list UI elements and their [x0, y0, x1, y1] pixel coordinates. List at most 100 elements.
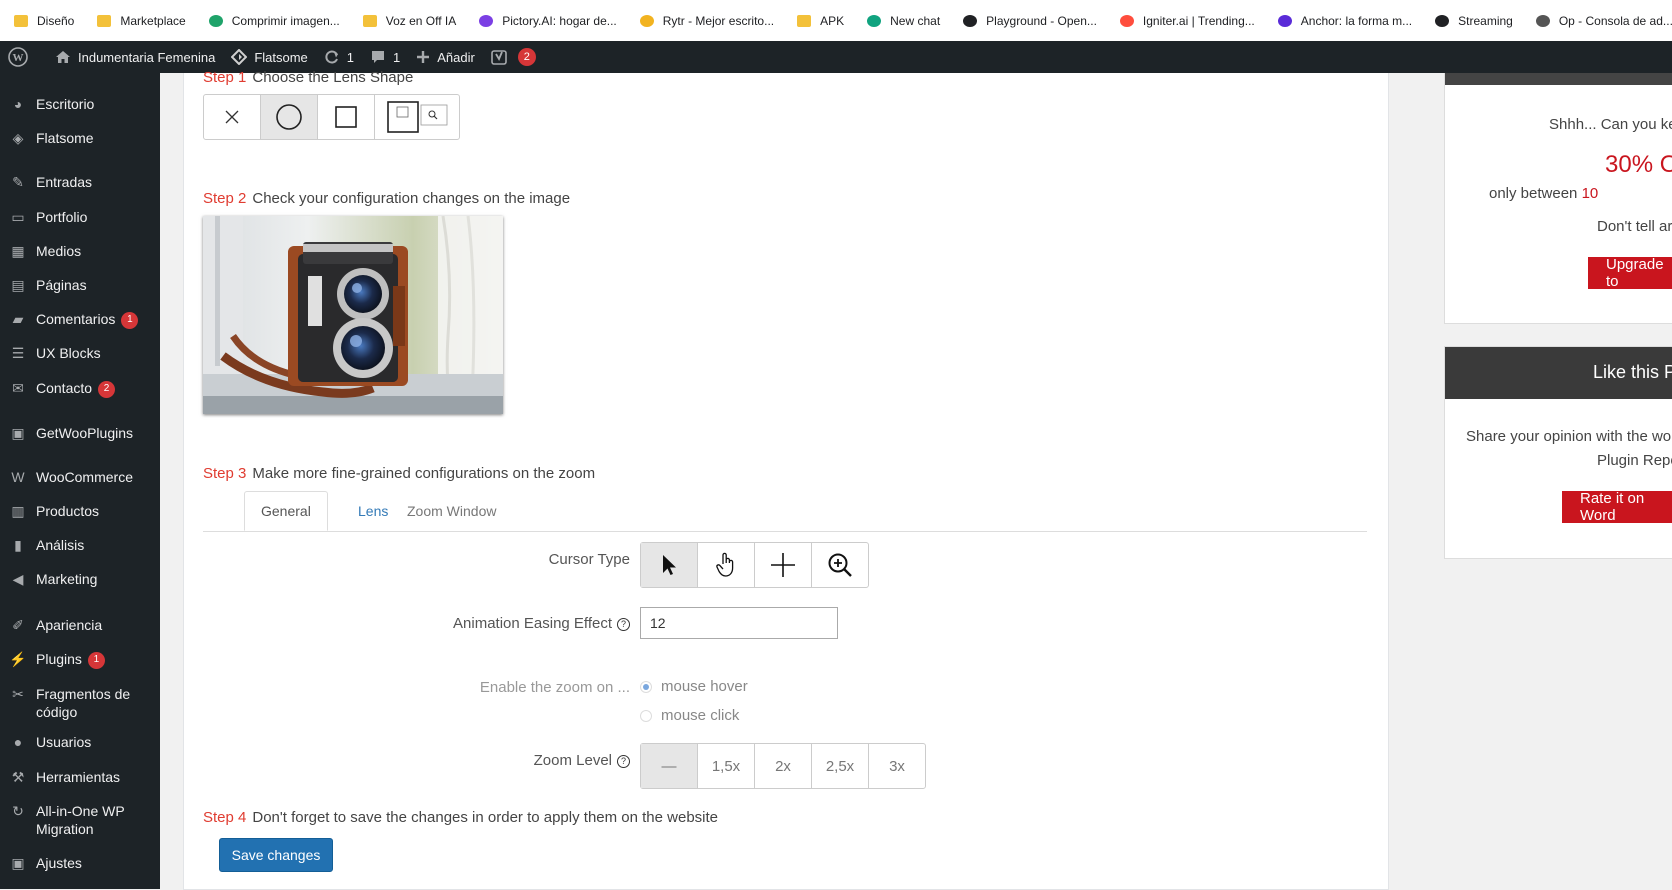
bookmark-10[interactable]: Anchor: la forma m...	[1264, 0, 1421, 41]
seo-link[interactable]: 2	[483, 41, 544, 73]
x-icon	[225, 110, 239, 124]
cursor-zoom-button[interactable]	[812, 543, 868, 587]
bookmark-11[interactable]: Streaming	[1421, 0, 1522, 41]
pictory-icon	[479, 14, 494, 27]
zoom-level-none-button[interactable]: —	[641, 744, 698, 788]
zoom-level-3x-button[interactable]: 3x	[869, 744, 925, 788]
sidebar-item-an-lisis[interactable]: ▮ Análisis	[0, 535, 160, 555]
cursor-crosshair-button[interactable]	[755, 543, 812, 587]
home-icon	[56, 51, 70, 63]
mouse-hover-radio[interactable]	[640, 680, 652, 693]
cursor-default-button[interactable]	[641, 543, 698, 587]
sidebar-item-ux-blocks[interactable]: ☰ UX Blocks	[0, 343, 160, 363]
square-icon	[335, 106, 357, 128]
sidebar-item-label: Usuarios	[36, 734, 92, 750]
bookmark-label: Anchor: la forma m...	[1300, 13, 1413, 28]
sidebar-item-plugins[interactable]: ⚡ Plugins 1	[0, 649, 160, 669]
cursor-pointer-button[interactable]	[698, 543, 755, 587]
sidebar-item-label: Contacto 2	[36, 378, 116, 398]
sidebar-item-label: Comentarios 1	[36, 309, 139, 329]
sidebar-item-woocommerce[interactable]: W WooCommerce	[0, 467, 160, 487]
bookmark-2[interactable]: Comprimir imagen...	[195, 0, 349, 41]
dashboard-icon: ◕	[13, 96, 23, 112]
zoom-in-icon	[828, 553, 852, 577]
sidebar-item-marketing[interactable]: ◀ Marketing	[0, 569, 160, 589]
sidebar-item-entradas[interactable]: ✎ Entradas	[0, 172, 160, 192]
pin-icon: ✎	[12, 173, 24, 190]
mouse-click-text: mouse click	[661, 707, 740, 724]
sidebar-item-label: Marketing	[36, 571, 98, 587]
lens-window-button[interactable]	[375, 95, 459, 139]
preview-camera-image[interactable]	[203, 216, 503, 414]
bookmark-3[interactable]: Voz en Off IA	[349, 0, 466, 41]
tab-general[interactable]: General	[244, 491, 328, 531]
sidebar-item-label: Entradas	[36, 174, 93, 190]
arrow-cursor-icon	[663, 555, 676, 575]
lens-shape-selector	[203, 94, 460, 140]
sidebar-item-portfolio[interactable]: ▭ Portfolio	[0, 207, 160, 227]
tab-zoom-window[interactable]: Zoom Window	[391, 491, 512, 531]
zoom-level-2-5x-button[interactable]: 2,5x	[812, 744, 869, 788]
folder-icon	[797, 14, 812, 27]
mouse-hover-option[interactable]: mouse hover	[640, 678, 748, 695]
bookmark-9[interactable]: Igniter.ai | Trending...	[1106, 0, 1264, 41]
sidebar-item-all-in-one-wp-migration[interactable]: ↻ All-in-One WP Migration	[0, 801, 160, 838]
step-1-text: Choose the Lens Shape	[252, 69, 414, 86]
bookmark-1[interactable]: Marketplace	[83, 0, 194, 41]
sidebar-item-flatsome[interactable]: ◈ Flatsome	[0, 128, 160, 148]
sidebar-item-p-ginas[interactable]: ▤ Páginas	[0, 275, 160, 295]
seo-count-badge: 2	[517, 48, 536, 66]
step-2-number: Step 2	[203, 190, 247, 207]
save-changes-button[interactable]: Save changes	[219, 838, 333, 872]
comment-icon	[372, 51, 385, 63]
sidebar-item-comentarios[interactable]: ▰ Comentarios 1	[0, 309, 160, 329]
sidebar-item-escritorio[interactable]: ◕ Escritorio	[0, 94, 160, 114]
bookmark-12[interactable]: Op - Consola de ad...	[1522, 0, 1672, 41]
rate-it-button[interactable]: Rate it on Word	[1562, 490, 1672, 524]
zoom-level-1-5x-button[interactable]: 1,5x	[698, 744, 755, 788]
bookmark-7[interactable]: New chat	[853, 0, 949, 41]
wordpress-logo-icon[interactable]: W	[0, 41, 47, 73]
mouse-click-option[interactable]: mouse click	[640, 707, 739, 724]
lens-square-button[interactable]	[318, 95, 375, 139]
folder-icon	[97, 14, 112, 27]
openai-icon	[867, 14, 882, 27]
sidebar-item-productos[interactable]: ▥ Productos	[0, 501, 160, 521]
bookmark-4[interactable]: Pictory.AI: hogar de...	[465, 0, 626, 41]
zoom-level-2x-button[interactable]: 2x	[755, 744, 812, 788]
help-icon[interactable]: ?	[617, 617, 630, 631]
sidebar-item-apariencia[interactable]: ✐ Apariencia	[0, 615, 160, 635]
mouse-click-radio[interactable]	[640, 709, 652, 722]
bookmark-6[interactable]: APK	[783, 0, 853, 41]
sidebar-item-contacto[interactable]: ✉ Contacto 2	[0, 378, 160, 398]
crosshair-icon	[771, 553, 795, 577]
sidebar-item-usuarios[interactable]: ● Usuarios	[0, 732, 160, 752]
bookmark-label: Rytr - Mejor escrito...	[662, 13, 775, 28]
add-new-link[interactable]: Añadir	[408, 41, 483, 73]
woo-icon: W	[11, 469, 25, 485]
sidebar-item-getwooplugins[interactable]: ▣ GetWooPlugins	[0, 423, 160, 443]
bookmark-8[interactable]: Playground - Open...	[949, 0, 1106, 41]
theme-name: Flatsome	[254, 49, 308, 65]
sidebar-item-herramientas[interactable]: ⚒ Herramientas	[0, 767, 160, 787]
bird-icon	[208, 14, 223, 27]
sidebar-item-fragmentos-de-c-digo[interactable]: ✂ Fragmentos de código	[0, 684, 160, 721]
easing-input[interactable]: 12	[640, 607, 838, 639]
lens-round-button[interactable]	[261, 95, 318, 139]
sidebar-item-medios[interactable]: ▦ Medios	[0, 241, 160, 261]
settings-icon: ▣	[11, 854, 25, 871]
upgrade-button[interactable]: Upgrade to	[1588, 256, 1672, 290]
help-icon[interactable]: ?	[617, 754, 630, 768]
step-3-number: Step 3	[203, 465, 247, 482]
sidebar-item-label: Análisis	[36, 537, 85, 553]
bookmark-0[interactable]: Diseño	[0, 0, 83, 41]
rate-box-title: Like this P	[1593, 362, 1672, 382]
bookmark-5[interactable]: Rytr - Mejor escrito...	[626, 0, 783, 41]
sidebar-item-ajustes[interactable]: ▣ Ajustes	[0, 853, 160, 873]
site-name-link[interactable]: Indumentaria Femenina	[47, 41, 223, 73]
refresh-icon	[325, 50, 338, 64]
lens-none-button[interactable]	[204, 95, 261, 139]
zoom-level-label: Zoom Level?	[400, 752, 630, 769]
migration-icon: ↻	[12, 802, 24, 819]
sidebar-item-label: Portfolio	[36, 209, 88, 225]
